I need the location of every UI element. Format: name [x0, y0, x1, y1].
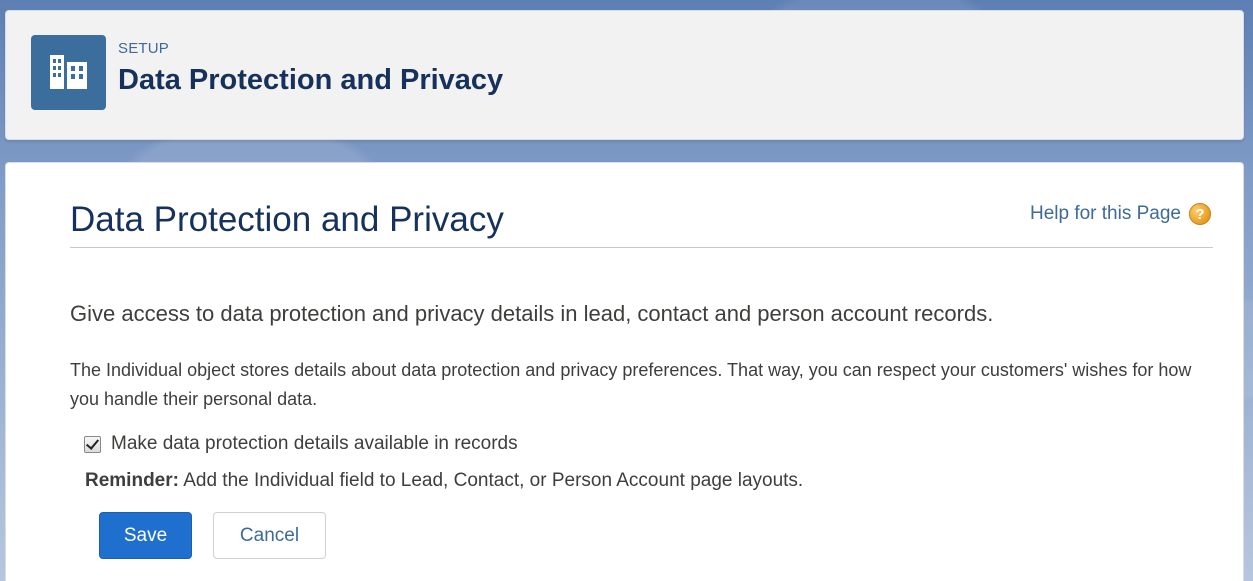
data-protection-checkbox[interactable] — [84, 435, 101, 453]
page-title: Data Protection and Privacy — [70, 200, 504, 239]
content-card: Data Protection and Privacy Help for thi… — [5, 162, 1244, 581]
save-button[interactable]: Save — [99, 512, 192, 559]
building-icon — [31, 35, 106, 110]
lead-text: Give access to data protection and priva… — [70, 301, 994, 326]
help-link-label[interactable]: Help for this Page — [1030, 203, 1181, 225]
question-icon[interactable]: ? — [1189, 203, 1211, 225]
data-protection-checkbox-label[interactable]: Make data protection details available i… — [111, 433, 518, 455]
setup-eyebrow: SETUP — [118, 40, 170, 57]
reminder-text: Reminder: Add the Individual field to Le… — [85, 470, 803, 492]
data-protection-checkbox-row[interactable]: Make data protection details available i… — [84, 433, 518, 455]
help-link[interactable]: Help for this Page ? — [1030, 203, 1211, 225]
description-text: The Individual object stores details abo… — [70, 360, 1192, 409]
title-divider — [70, 247, 1213, 248]
reminder-body: Add the Individual field to Lead, Contac… — [178, 470, 804, 491]
cancel-button[interactable]: Cancel — [213, 512, 326, 559]
reminder-prefix: Reminder: — [85, 470, 179, 491]
setup-header: SETUP Data Protection and Privacy — [5, 10, 1244, 140]
header-title: Data Protection and Privacy — [118, 64, 504, 96]
